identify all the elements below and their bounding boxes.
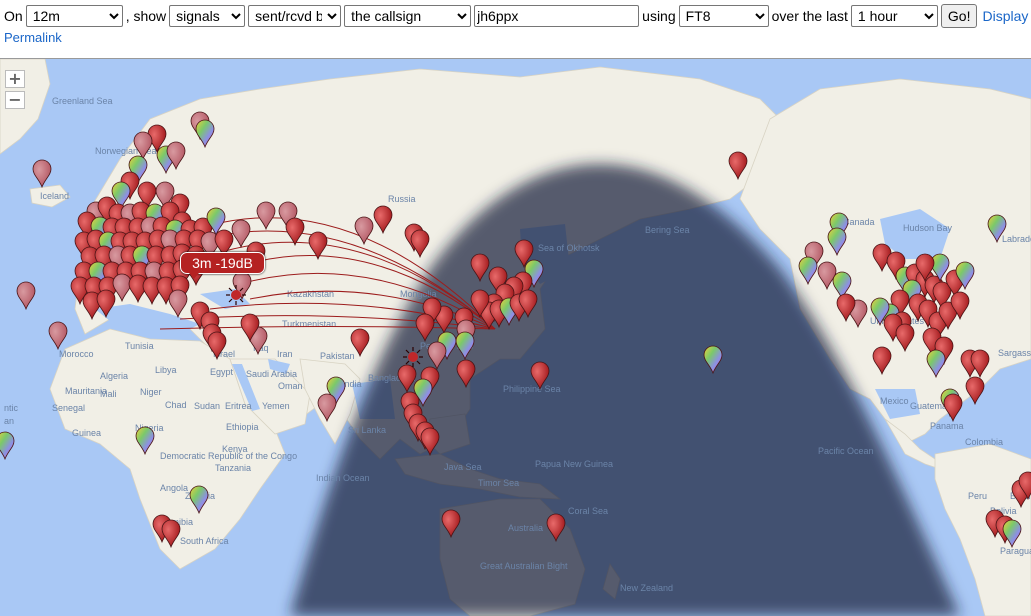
zoom-out-button[interactable]: − bbox=[5, 91, 25, 109]
map-label-mexico: Mexico bbox=[880, 396, 909, 406]
station-marker[interactable] bbox=[0, 431, 15, 461]
period-select[interactable]: 1 hour bbox=[850, 5, 938, 27]
target-select[interactable]: the callsign bbox=[344, 5, 472, 27]
query-toolbar: On 12m , show signals sent/rcvd by the c… bbox=[0, 0, 1031, 60]
map-label-paraguay: Paraguay bbox=[1000, 546, 1031, 556]
map-label-oman: Oman bbox=[278, 381, 303, 391]
map-label-sea-of-okhotsk: Sea of Okhotsk bbox=[538, 243, 600, 253]
map-label-russia: Russia bbox=[388, 194, 416, 204]
map-label-greenland-sea: Greenland Sea bbox=[52, 96, 113, 106]
map-label-java-sea: Java Sea bbox=[444, 462, 482, 472]
on-label: On bbox=[4, 8, 23, 24]
query-row: On 12m , show signals sent/rcvd by the c… bbox=[4, 4, 1031, 28]
map-label-turkmenistan: Turkmenistan bbox=[282, 319, 336, 329]
map-label-mongolia: Mongolia bbox=[400, 289, 437, 299]
map-label-mali: Mali bbox=[100, 389, 117, 399]
direction-select[interactable]: sent/rcvd by bbox=[248, 5, 342, 27]
map-label-eritrea: Eritrea bbox=[225, 401, 252, 411]
map-label-new-zealand: New Zealand bbox=[620, 583, 673, 593]
mode-select[interactable]: FT8 bbox=[678, 5, 769, 27]
moon-icon bbox=[226, 285, 246, 305]
station-marker[interactable] bbox=[943, 393, 963, 423]
map-label-australia: Australia bbox=[508, 523, 543, 533]
callsign-input[interactable] bbox=[474, 5, 640, 27]
map-label-saudi-arabia: Saudi Arabia bbox=[246, 369, 297, 379]
map-label-indian-ocean: Indian Ocean bbox=[316, 473, 370, 483]
using-label: using bbox=[642, 8, 676, 24]
sun-icon bbox=[403, 347, 423, 367]
map-label-pacific-ocean: Pacific Ocean bbox=[818, 446, 874, 456]
station-marker[interactable] bbox=[965, 376, 985, 406]
map-label-papua-new-guinea: Papua New Guinea bbox=[535, 459, 613, 469]
map-label-colombia: Colombia bbox=[965, 437, 1003, 447]
zoom-in-button[interactable]: + bbox=[5, 70, 25, 88]
map-label-iran: Iran bbox=[277, 349, 293, 359]
map-label-algeria: Algeria bbox=[100, 371, 128, 381]
map-label-peru: Peru bbox=[968, 491, 987, 501]
map-label-south-africa: South Africa bbox=[180, 536, 229, 546]
map-label-coral-sea: Coral Sea bbox=[568, 506, 608, 516]
band-select[interactable]: 12m bbox=[25, 5, 123, 27]
display-options-link[interactable]: Display options bbox=[982, 8, 1031, 24]
map-label-libya: Libya bbox=[155, 365, 177, 375]
map-label-hudson-bay: Hudson Bay bbox=[903, 223, 953, 233]
map-label-chad: Chad bbox=[165, 400, 187, 410]
map-label-sri-lanka: Sri Lanka bbox=[348, 425, 386, 435]
map-label-drc: Democratic Republic of the Congo bbox=[160, 451, 297, 461]
signal-tooltip: 3m -19dB bbox=[180, 252, 265, 279]
map-label-great-australian-bight: Great Australian Bight bbox=[480, 561, 568, 571]
map-label-niger: Niger bbox=[140, 387, 162, 397]
permalink-link[interactable]: Permalink bbox=[4, 30, 62, 45]
over-the-last-label: over the last bbox=[771, 8, 848, 24]
map-label-iceland: Iceland bbox=[40, 191, 69, 201]
map-label-morocco: Morocco bbox=[59, 349, 94, 359]
map-label-ethiopia: Ethiopia bbox=[226, 422, 259, 432]
map-label-kazakhstan: Kazakhstan bbox=[287, 289, 334, 299]
map-label-philippine-sea: Philippine Sea bbox=[503, 384, 561, 394]
map-label-bering-sea: Bering Sea bbox=[645, 225, 690, 235]
map-label-sudan: Sudan bbox=[194, 401, 220, 411]
station-marker[interactable] bbox=[32, 159, 52, 189]
show-label: , show bbox=[125, 8, 167, 24]
signals-select[interactable]: signals bbox=[169, 5, 246, 27]
map-label-guinea: Guinea bbox=[72, 428, 101, 438]
map-label-ocean-left: an bbox=[4, 416, 14, 426]
map-label-senegal: Senegal bbox=[52, 403, 85, 413]
map-label-tanzania: Tanzania bbox=[215, 463, 251, 473]
map-label-panama: Panama bbox=[930, 421, 964, 431]
map-label-egypt: Egypt bbox=[210, 367, 234, 377]
world-map: Greenland SeaNorwegian SeaIceland RussiaK… bbox=[0, 59, 1031, 616]
map-label-sargasso-sea: Sargasso Sea bbox=[998, 348, 1031, 358]
station-marker[interactable] bbox=[16, 281, 36, 311]
map-view[interactable]: Greenland Sea Norwegian Sea Iceland Russia K… bbox=[0, 59, 1031, 616]
map-label-pakistan: Pakistan bbox=[320, 351, 355, 361]
map-label-yemen: Yemen bbox=[262, 401, 290, 411]
map-label-tunisia: Tunisia bbox=[125, 341, 154, 351]
map-label-angola: Angola bbox=[160, 483, 188, 493]
go-button[interactable]: Go! bbox=[940, 4, 978, 28]
map-label-timor-sea: Timor Sea bbox=[478, 478, 519, 488]
station-marker[interactable] bbox=[48, 321, 68, 351]
map-label-labrador-sea: Labrador Sea bbox=[1002, 234, 1031, 244]
map-label-atlantic: ntic bbox=[4, 403, 19, 413]
